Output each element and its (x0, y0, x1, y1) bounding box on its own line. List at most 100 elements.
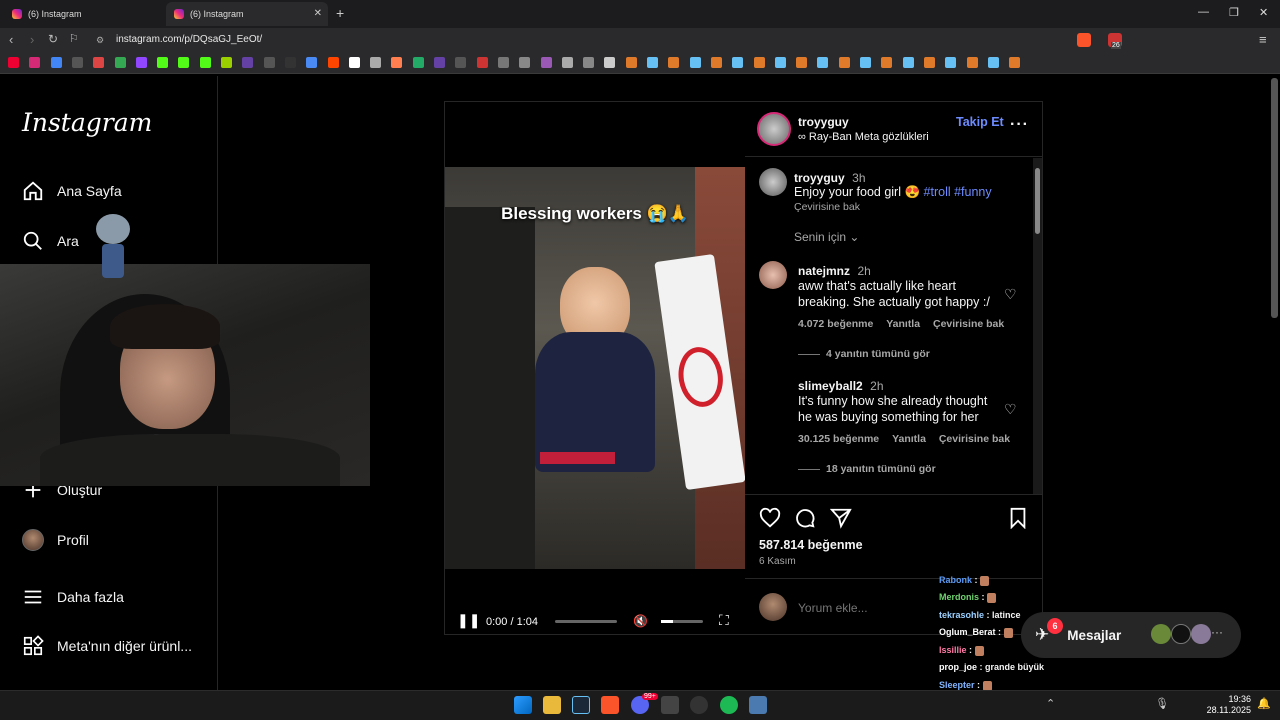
windows-start-icon[interactable] (514, 696, 532, 714)
bookmark-icon[interactable]: ⚐ (69, 32, 79, 45)
bookmark-favicon-icon[interactable] (838, 57, 850, 68)
chat-username[interactable]: lssillie (939, 645, 967, 655)
reply-link[interactable]: Yanıtla (892, 433, 926, 445)
for-you-dropdown[interactable]: Senin için ⌄ (794, 230, 859, 244)
site-settings-icon[interactable]: ⚙ (96, 31, 104, 49)
bookmark-favicon-icon[interactable] (157, 57, 169, 68)
page-scrollbar[interactable] (1271, 78, 1278, 318)
bookmark-favicon-icon[interactable] (774, 57, 786, 68)
clock-time[interactable]: 19:36 (1213, 694, 1251, 704)
mute-icon[interactable]: 🔇 (633, 614, 648, 628)
bookmark-favicon-icon[interactable] (647, 57, 658, 68)
bookmark-favicon-icon[interactable] (710, 57, 722, 68)
minimize-button[interactable]: — (1198, 6, 1209, 18)
chat-username[interactable]: Sleepter (939, 680, 975, 690)
reply-link[interactable]: Yanıtla (886, 318, 920, 330)
bookmark-favicon-icon[interactable] (50, 57, 62, 68)
bookmark-favicon-icon[interactable] (732, 57, 744, 68)
caption-translate-link[interactable]: Çevirisine bak (794, 201, 860, 213)
caption-hashtags[interactable]: #troll #funny (924, 185, 992, 199)
url-field[interactable]: ⚙ instagram.com/p/DQsaGJ_EeOt/ (90, 31, 1100, 49)
fullscreen-icon[interactable]: ⛶ (719, 612, 729, 629)
bookmark-favicon-icon[interactable] (455, 57, 467, 68)
browser-tab[interactable]: (6) Instagram (4, 2, 166, 26)
brave-icon[interactable] (601, 696, 619, 714)
comment-likes[interactable]: 4.072 beğenme (798, 318, 873, 330)
bookmark-favicon-icon[interactable] (561, 57, 573, 68)
file-explorer-icon[interactable] (543, 696, 561, 714)
comment-button[interactable] (794, 507, 816, 534)
sidebar-item-more[interactable]: Daha fazla (22, 585, 124, 609)
save-button[interactable] (1008, 507, 1028, 534)
bookmark-favicon-icon[interactable] (945, 57, 957, 68)
comment-username[interactable]: slimeyball2 (798, 379, 863, 393)
author-username[interactable]: troyyguy (798, 115, 849, 129)
post-video[interactable]: Blessing workers 😭🙏 (445, 167, 745, 569)
obs-icon[interactable] (690, 696, 708, 714)
bookmark-favicon-icon[interactable] (391, 57, 403, 68)
more-options-icon[interactable]: ··· (1010, 116, 1029, 134)
instagram-logo[interactable]: Instagram (22, 108, 152, 137)
bookmark-favicon-icon[interactable] (327, 57, 339, 68)
forward-icon[interactable]: › (30, 32, 34, 47)
close-window-button[interactable]: ✕ (1259, 6, 1268, 19)
bookmark-favicon-icon[interactable] (902, 57, 914, 68)
likes-count[interactable]: 587.814 beğenme (759, 538, 863, 552)
bookmark-favicon-icon[interactable] (199, 57, 211, 68)
chat-username[interactable]: Rabonk (939, 575, 972, 585)
follow-button[interactable]: Takip Et (956, 115, 1004, 129)
translate-link[interactable]: Çevirisine bak (933, 318, 1004, 330)
bookmark-favicon-icon[interactable] (348, 57, 360, 68)
messages-button[interactable]: ✈ 6 Mesajlar ··· (1021, 612, 1241, 658)
bookmark-favicon-icon[interactable] (497, 57, 509, 68)
sidebar-item-search[interactable]: Ara (22, 229, 79, 253)
bookmark-favicon-icon[interactable] (263, 57, 275, 68)
comment-likes[interactable]: 30.125 beğenme (798, 433, 879, 445)
brave-shield-icon[interactable] (1077, 33, 1091, 47)
browser-tab-active[interactable]: (6) Instagram ✕ (166, 2, 328, 26)
bookmark-favicon-icon[interactable] (668, 57, 680, 68)
bookmark-favicon-icon[interactable] (604, 57, 616, 68)
app-icon[interactable] (749, 696, 767, 714)
bookmark-favicon-icon[interactable] (966, 57, 978, 68)
more-icon[interactable]: ··· (1211, 625, 1223, 639)
bookmark-favicon-icon[interactable] (135, 57, 147, 68)
bookmark-favicon-icon[interactable] (8, 57, 19, 68)
bookmark-favicon-icon[interactable] (817, 57, 829, 68)
heart-icon[interactable]: ♡ (1004, 286, 1017, 303)
sidebar-item-meta-apps[interactable]: Meta'nın diğer ürünl... (22, 634, 192, 658)
pause-button[interactable]: ❚❚ (457, 612, 480, 629)
caption-username[interactable]: troyyguy (794, 171, 845, 185)
bookmark-favicon-icon[interactable] (519, 57, 531, 68)
bookmark-favicon-icon[interactable] (242, 57, 254, 68)
bookmark-favicon-icon[interactable] (540, 57, 552, 68)
bookmark-favicon-icon[interactable] (306, 57, 318, 68)
bookmark-favicon-icon[interactable] (476, 57, 488, 68)
bookmark-favicon-icon[interactable] (221, 57, 232, 68)
sidebar-item-profile[interactable]: Profil (22, 528, 89, 552)
spotify-icon[interactable] (720, 696, 738, 714)
heart-icon[interactable]: ♡ (1004, 401, 1017, 418)
bookmark-favicon-icon[interactable] (370, 57, 382, 68)
restore-button[interactable]: ❐ (1229, 6, 1239, 19)
sidebar-item-home[interactable]: Ana Sayfa (22, 179, 122, 203)
browser-menu-icon[interactable]: ≡ (1259, 32, 1267, 47)
bookmark-favicon-icon[interactable] (178, 57, 190, 68)
bookmark-favicon-icon[interactable] (29, 57, 41, 68)
caption-avatar[interactable] (759, 168, 787, 196)
view-replies[interactable]: 4 yanıtın tümünü gör (798, 348, 930, 360)
view-replies[interactable]: 18 yanıtın tümünü gör (798, 463, 936, 475)
bookmark-favicon-icon[interactable] (796, 57, 808, 68)
author-avatar[interactable] (757, 112, 791, 146)
bookmark-favicon-icon[interactable] (114, 57, 126, 68)
steam-icon[interactable] (572, 696, 590, 714)
share-button[interactable] (829, 507, 852, 534)
bookmark-favicon-icon[interactable] (284, 57, 296, 68)
volume-slider[interactable] (661, 620, 703, 623)
bookmark-favicon-icon[interactable] (860, 57, 871, 68)
back-icon[interactable]: ‹ (9, 32, 13, 47)
comment-avatar[interactable] (759, 261, 787, 289)
bookmark-favicon-icon[interactable] (71, 57, 83, 68)
translate-link[interactable]: Çevirisine bak (939, 433, 1010, 445)
chat-username[interactable]: Merdonis (939, 592, 979, 602)
